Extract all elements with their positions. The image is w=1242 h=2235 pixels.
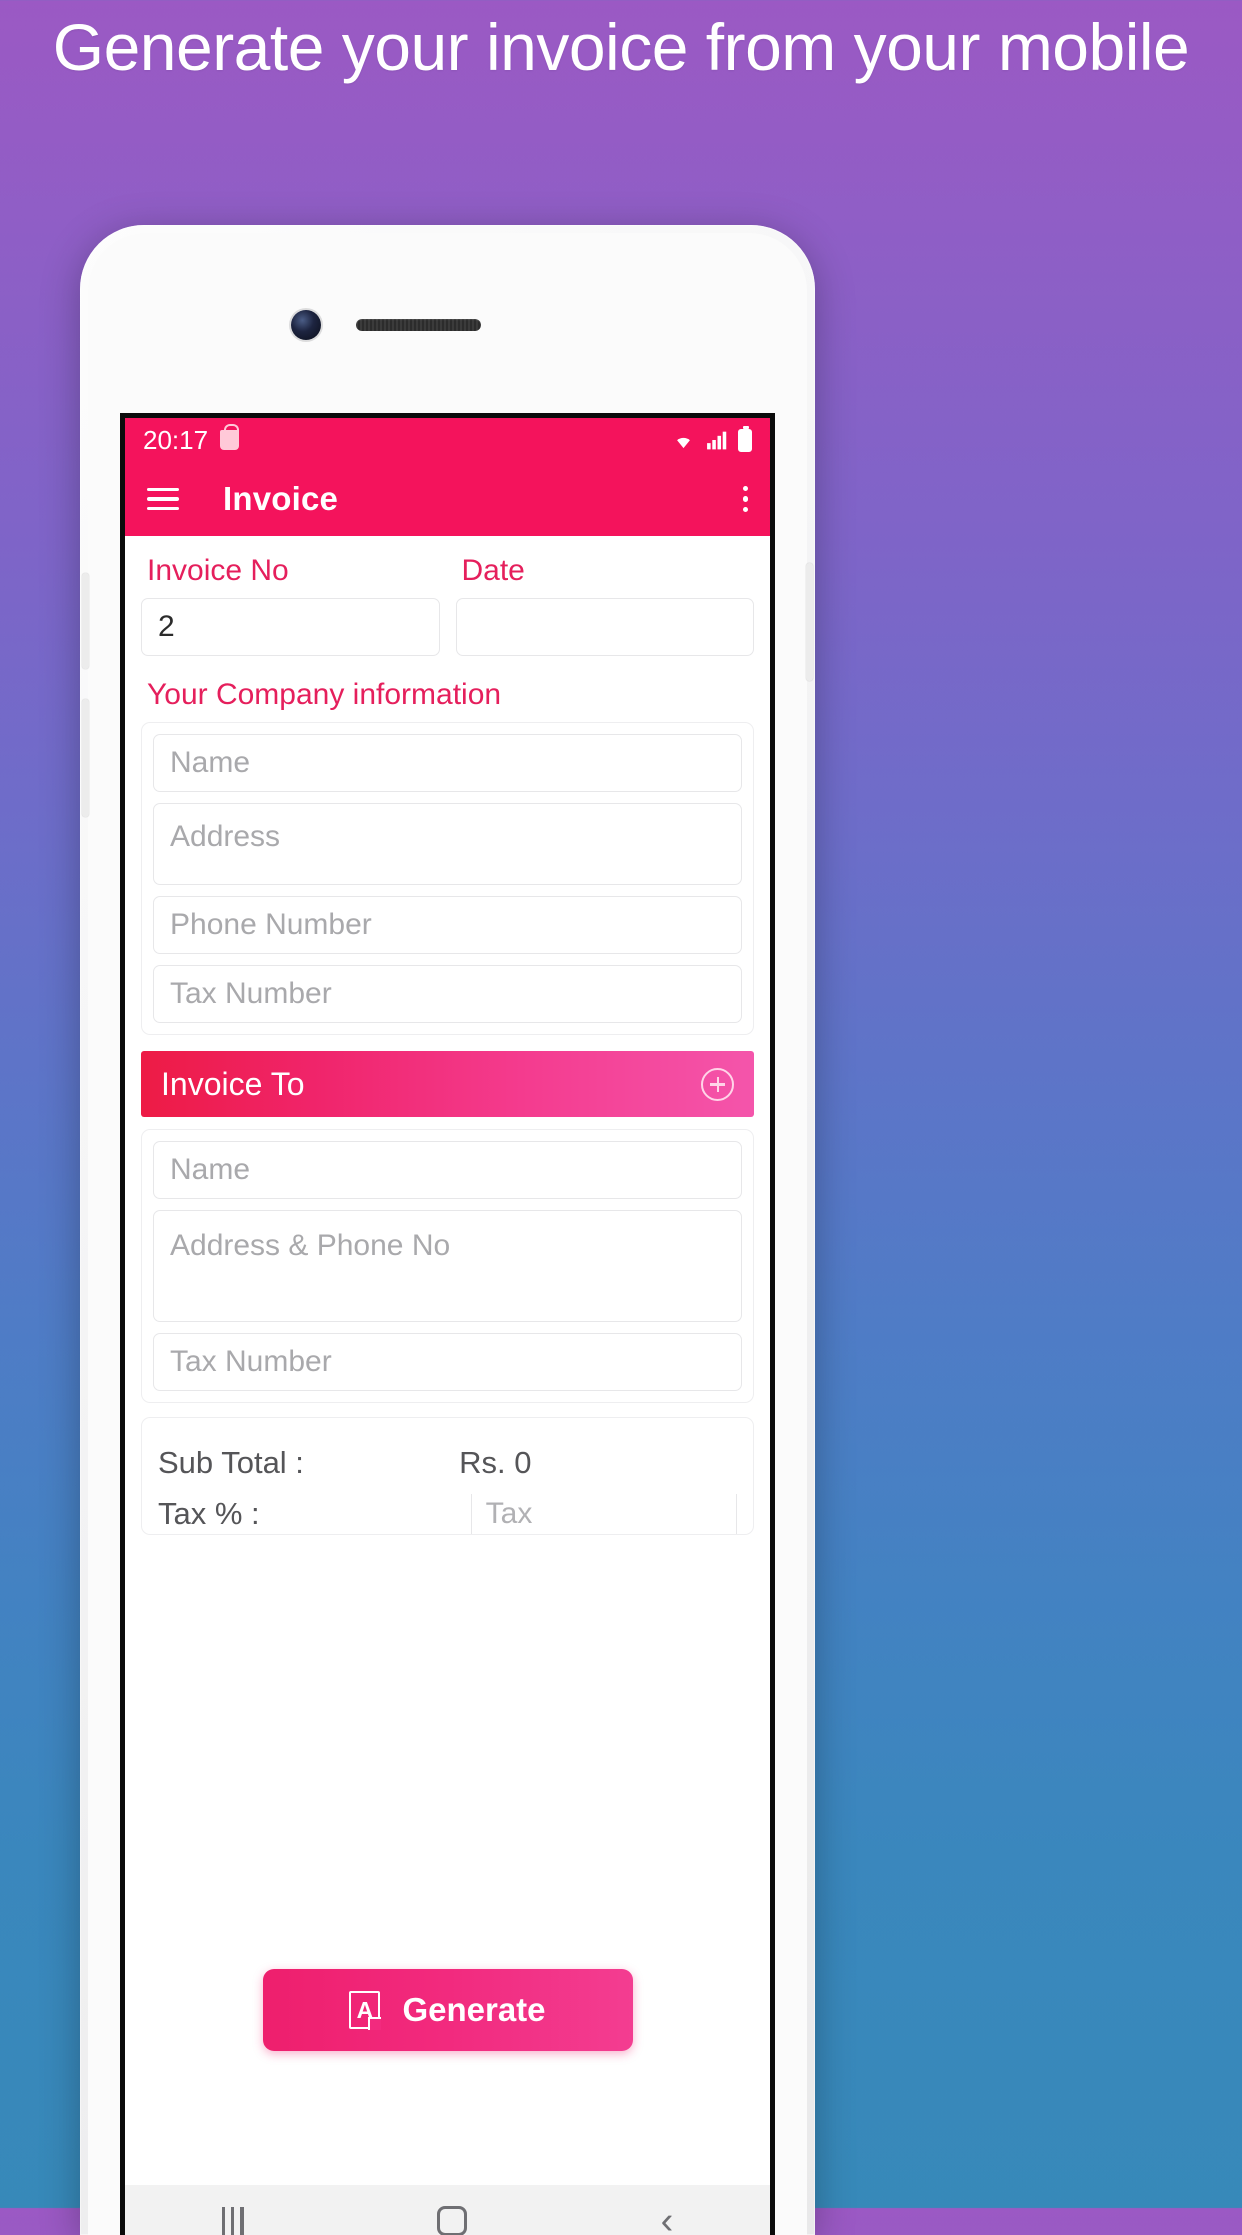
earpiece-speaker (356, 319, 481, 331)
company-tax-input[interactable]: Tax Number (153, 965, 742, 1023)
battery-icon (738, 425, 752, 452)
app-bar: Invoice (125, 462, 770, 536)
recents-icon[interactable] (221, 2207, 244, 2235)
status-bar-right (670, 425, 752, 452)
android-nav-bar: ‹ (125, 2185, 770, 2235)
front-camera-icon (291, 310, 321, 340)
client-name-input[interactable]: Name (153, 1141, 742, 1199)
phone-frame: 20:17 Invoice Invoice No 2 Date Your Com… (80, 225, 815, 2235)
company-section-label: Your Company information (147, 678, 502, 711)
generate-button-label: Generate (402, 1991, 546, 2028)
generate-button-wrap: A Generate (125, 1969, 770, 2051)
invoice-no-input[interactable]: 2 (141, 598, 440, 656)
more-vertical-icon[interactable] (742, 485, 748, 513)
sub-total-row: Sub Total : Rs. 0 (158, 1432, 737, 1494)
wifi-icon (677, 437, 690, 449)
plus-circle-icon[interactable] (701, 1067, 734, 1101)
client-tax-input[interactable]: Tax Number (153, 1333, 742, 1391)
device-screen: 20:17 Invoice Invoice No 2 Date Your Com… (120, 413, 775, 2235)
tax-percent-row: Tax % : Tax (158, 1494, 737, 1534)
tax-percent-label: Tax % : (158, 1496, 260, 1531)
invoice-no-label: Invoice No (147, 554, 289, 587)
totals-card: Sub Total : Rs. 0 Tax % : Tax (141, 1417, 754, 1535)
date-input[interactable] (455, 598, 754, 656)
page-title: Invoice (223, 480, 339, 517)
tax-input[interactable]: Tax (470, 1494, 737, 1534)
back-icon[interactable]: ‹ (661, 2202, 674, 2235)
invoice-to-title: Invoice To (161, 1065, 305, 1102)
shopping-bag-icon (220, 424, 240, 450)
status-bar-left: 20:17 (143, 424, 240, 456)
invoice-meta-row: Invoice No 2 Date (141, 536, 754, 656)
company-info-card: Name Address Phone Number Tax Number (141, 722, 754, 1035)
phone-body: 20:17 Invoice Invoice No 2 Date Your Com… (82, 233, 813, 2235)
cellular-signal-icon (707, 431, 727, 450)
status-bar: 20:17 (125, 418, 770, 462)
sub-total-value: Rs. 0 (459, 1445, 532, 1480)
status-bar-time: 20:17 (143, 424, 209, 455)
company-name-input[interactable]: Name (153, 734, 742, 792)
invoice-to-card: Name Address & Phone No Tax Number (141, 1129, 754, 1403)
date-label: Date (461, 554, 525, 587)
content-spacer (125, 2123, 770, 2185)
home-icon[interactable] (437, 2206, 468, 2235)
hamburger-menu-icon[interactable] (147, 487, 179, 511)
invoice-to-header: Invoice To (141, 1051, 754, 1117)
promo-headline: Generate your invoice from your mobile (52, 10, 1190, 84)
company-phone-input[interactable]: Phone Number (153, 896, 742, 954)
client-address-input[interactable]: Address & Phone No (153, 1210, 742, 1322)
company-address-input[interactable]: Address (153, 803, 742, 885)
power-button[interactable] (806, 563, 813, 681)
pdf-file-icon: A (349, 1991, 382, 2030)
volume-up-button[interactable] (82, 573, 89, 669)
generate-button[interactable]: A Generate (262, 1969, 633, 2051)
sub-total-label: Sub Total : (158, 1445, 304, 1480)
date-group: Date (455, 554, 754, 656)
volume-down-button[interactable] (82, 699, 89, 817)
invoice-form: Invoice No 2 Date Your Company informati… (125, 536, 770, 2123)
invoice-no-group: Invoice No 2 (141, 554, 440, 656)
